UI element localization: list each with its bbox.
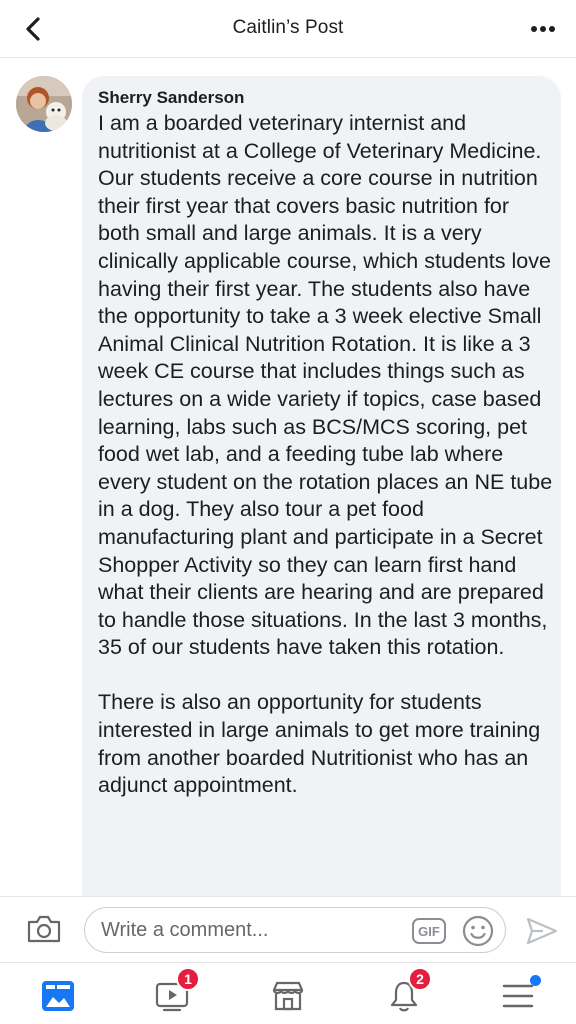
smiley-icon: [462, 915, 494, 947]
comment-input[interactable]: [101, 908, 401, 952]
camera-button[interactable]: [24, 911, 64, 947]
top-bar: Caitlin’s Post: [0, 0, 576, 58]
comment-text: I am a boarded veterinary internist and …: [98, 111, 553, 660]
tab-watch[interactable]: 1: [142, 967, 202, 1021]
more-horizontal-icon: [531, 26, 555, 32]
camera-icon: [27, 915, 61, 943]
comment-input-container: GIF: [84, 907, 506, 953]
tab-news-feed[interactable]: [28, 971, 88, 1021]
profile-photo: [16, 76, 72, 132]
comment-text-paragraph-2: There is also an opportunity for student…: [98, 690, 541, 798]
tab-notifications[interactable]: 2: [374, 967, 434, 1021]
send-button[interactable]: [522, 913, 562, 949]
marketplace-icon: [272, 981, 304, 1011]
tab-menu[interactable]: [488, 971, 548, 1021]
page-title: Caitlin’s Post: [232, 17, 344, 38]
bottom-tab-bar: 1 2: [0, 962, 576, 1024]
emoji-button[interactable]: [460, 913, 496, 949]
comment-author[interactable]: Sherry Sanderson: [98, 88, 561, 108]
video-badge: 1: [176, 967, 200, 991]
gif-button[interactable]: GIF: [412, 918, 446, 944]
tab-marketplace[interactable]: [258, 971, 318, 1021]
news-feed-icon: [42, 981, 74, 1011]
comment-composer: GIF: [0, 896, 576, 962]
menu-icon: [502, 984, 534, 1008]
menu-notification-dot: [530, 975, 541, 986]
avatar[interactable]: [16, 76, 72, 132]
post-screen: Caitlin’s Post Sherry Sanderson I am a b…: [0, 0, 576, 1024]
send-icon: [526, 917, 558, 945]
comment-bubble: Sherry Sanderson I am a boarded veterina…: [82, 76, 561, 916]
notifications-badge: 2: [408, 967, 432, 991]
more-options-button[interactable]: [524, 10, 562, 48]
